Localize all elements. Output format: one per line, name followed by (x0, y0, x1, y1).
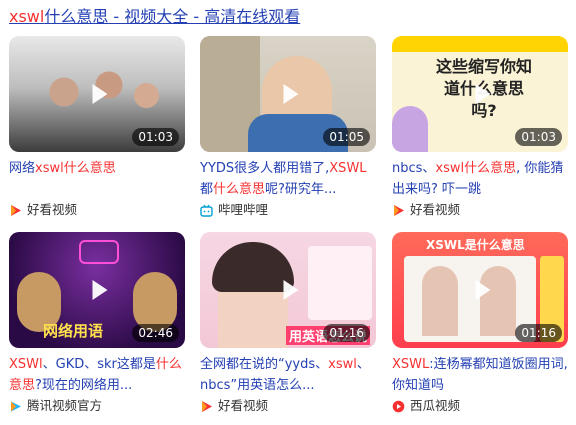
haokan-icon (11, 204, 21, 216)
play-icon (283, 280, 299, 300)
caption-highlight: xswl什么意思 (435, 161, 517, 176)
title-rest: 什么意思 - 视频大全 - 高清在线观看 (44, 7, 301, 26)
bilibili-icon (200, 204, 213, 217)
source-name: 好看视频 (27, 202, 78, 217)
video-caption[interactable]: 全网都在说的“yyds、xswl、nbcs”用英语怎么... (200, 354, 376, 396)
video-source: 好看视频 (392, 200, 568, 220)
source-name: 腾讯视频官方 (27, 398, 103, 413)
video-card[interactable]: XSWL是什么意思 01:16 XSWL:连杨幂都知道饭圈用词,你知道吗 西瓜视… (392, 232, 568, 416)
video-source: 腾讯视频官方 (9, 396, 185, 416)
xigua-icon (392, 400, 405, 412)
video-caption[interactable]: nbcs、xswl什么意思, 你能猜出来吗? 吓一跳 (392, 158, 568, 200)
source-name: 好看视频 (218, 398, 269, 413)
play-icon (92, 84, 108, 104)
caption-highlight: XSWl (9, 357, 43, 372)
thumbnail-title: 网络用语 (43, 322, 104, 340)
video-thumbnail[interactable]: XSWL是什么意思 01:16 (392, 232, 568, 348)
duration-badge: 01:05 (323, 128, 370, 146)
video-source: 西瓜视频 (392, 396, 568, 416)
caption-text: ?现在的网络用... (35, 378, 133, 393)
video-card[interactable]: 用英语怎么说 01:16 全网都在说的“yyds、xswl、nbcs”用英语怎么… (200, 232, 376, 416)
caption-text: 网络 (9, 161, 36, 176)
caption-highlight: XSWL (329, 161, 367, 176)
caption-highlight: xswl (328, 357, 357, 372)
duration-badge: 01:03 (515, 128, 562, 146)
play-icon (283, 84, 299, 104)
video-card[interactable]: 网络用语 02:46 XSWl、GKD、skr这都是什么意思?现在的网络用...… (9, 232, 185, 416)
caption-text: 呢?研究年... (265, 182, 337, 197)
video-thumbnail[interactable]: 用英语怎么说 01:16 (200, 232, 376, 348)
caption-highlight: xswl什么意思 (35, 161, 116, 176)
duration-badge: 01:16 (323, 324, 370, 342)
caption-text: 都 (200, 182, 214, 197)
video-caption[interactable]: YYDS很多人都用错了,XSWL 都什么意思呢?研究年... (200, 158, 376, 200)
video-card[interactable]: 01:05 YYDS很多人都用错了,XSWL 都什么意思呢?研究年... 哔哩哔哩 (200, 36, 376, 220)
haokan-icon (202, 400, 212, 412)
video-caption[interactable]: XSWL:连杨幂都知道饭圈用词,你知道吗 (392, 354, 568, 396)
play-icon (92, 280, 108, 300)
play-icon (475, 280, 491, 300)
video-caption[interactable]: XSWl、GKD、skr这都是什么意思?现在的网络用... (9, 354, 185, 396)
video-thumbnail[interactable]: 网络用语 02:46 (9, 232, 185, 348)
caption-text: YYDS很多人都用错了, (200, 161, 330, 176)
video-source: 哔哩哔哩 (200, 200, 376, 220)
caption-highlight: 什么意思 (213, 182, 266, 197)
tencent-video-icon (11, 401, 21, 411)
duration-badge: 01:03 (132, 128, 179, 146)
video-card[interactable]: 这些缩写你知道什么意思吗? 01:03 nbcs、xswl什么意思, 你能猜出来… (392, 36, 568, 220)
caption-text: 、GKD、skr这都是 (42, 357, 156, 372)
video-source: 好看视频 (9, 200, 185, 220)
haokan-icon (394, 204, 404, 216)
result-title-link[interactable]: xswl什么意思 - 视频大全 - 高清在线观看 (9, 6, 300, 28)
source-name: 哔哩哔哩 (218, 202, 269, 217)
thumbnail-title: XSWL是什么意思 (426, 238, 525, 252)
source-name: 好看视频 (410, 202, 461, 217)
caption-highlight: XSWL (392, 357, 430, 372)
video-thumbnail[interactable]: 这些缩写你知道什么意思吗? 01:03 (392, 36, 568, 152)
video-thumbnail[interactable]: 01:03 (9, 36, 185, 152)
video-card[interactable]: 01:03 网络xswl什么意思 好看视频 (9, 36, 185, 220)
source-name: 西瓜视频 (410, 398, 461, 413)
video-source: 好看视频 (200, 396, 376, 416)
duration-badge: 02:46 (132, 324, 179, 342)
caption-text: 全网都在说的“yyds、 (200, 357, 329, 372)
play-icon (475, 84, 491, 104)
duration-badge: 01:16 (515, 324, 562, 342)
video-caption[interactable]: 网络xswl什么意思 (9, 158, 185, 200)
caption-text: nbcs、 (392, 161, 436, 176)
query-highlight: xswl (9, 7, 45, 26)
video-thumbnail[interactable]: 01:05 (200, 36, 376, 152)
